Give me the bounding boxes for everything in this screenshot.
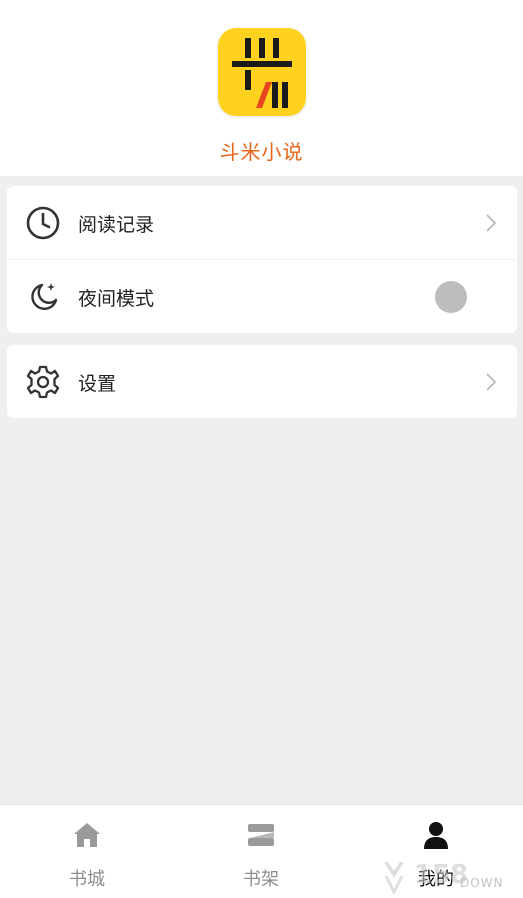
tab-bookshelf[interactable]: 书架 (174, 805, 348, 898)
menu-item-night-mode: 夜间模式 (7, 260, 517, 333)
menu-card-primary: 阅读记录 夜间模式 (7, 186, 517, 333)
profile-screen: 斗米小说 阅读记录 夜间模式 设置 书城 书架 我的 158 DOWN (0, 0, 523, 898)
tab-bookstore[interactable]: 书城 (0, 805, 174, 898)
tab-label: 我的 (418, 869, 454, 890)
app-logo (218, 28, 306, 116)
menu-item-label: 阅读记录 (78, 214, 155, 236)
menu-item-label: 夜间模式 (78, 288, 155, 310)
home-icon (71, 819, 103, 851)
app-logo-graphic (232, 38, 292, 108)
app-name: 斗米小说 (219, 140, 304, 164)
menu-item-reading-history[interactable]: 阅读记录 (7, 186, 517, 260)
clock-icon (25, 205, 61, 241)
gear-icon (25, 364, 61, 400)
night-mode-toggle[interactable] (435, 281, 467, 313)
menu-card-settings: 设置 (7, 345, 517, 418)
chevron-right-icon (485, 372, 497, 392)
profile-header: 斗米小说 (0, 0, 523, 176)
menu-item-settings[interactable]: 设置 (7, 345, 517, 418)
bottom-tab-bar: 书城 书架 我的 (0, 804, 523, 898)
profile-icon (420, 819, 452, 851)
tab-label: 书架 (243, 869, 279, 890)
moon-icon (25, 279, 61, 315)
menu-item-label: 设置 (78, 373, 117, 395)
bookshelf-icon (245, 819, 277, 851)
chevron-right-icon (485, 213, 497, 233)
tab-label: 书城 (69, 869, 105, 890)
tab-mine[interactable]: 我的 (349, 805, 523, 898)
